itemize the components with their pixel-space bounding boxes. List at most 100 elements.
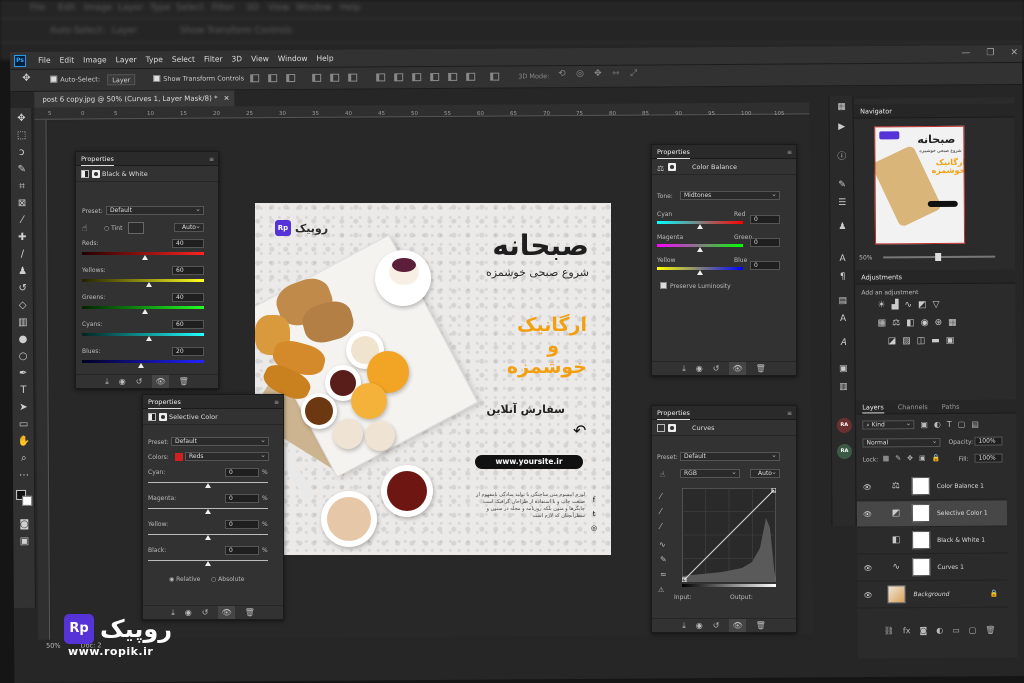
delete-icon[interactable]: 🗑 — [756, 362, 766, 375]
align-left-icon[interactable] — [250, 74, 260, 83]
bw-channel-input[interactable]: 60 — [172, 320, 204, 329]
align-top-icon[interactable] — [312, 73, 322, 82]
more-tools-icon[interactable]: ⋯ — [17, 469, 31, 483]
play-actions-icon[interactable]: ▶ — [835, 120, 849, 134]
auto-select-target-dropdown[interactable]: Layer — [107, 74, 136, 86]
black-point-eyedropper-icon[interactable]: ⁄ — [660, 492, 661, 501]
styles-icon[interactable]: A — [836, 312, 850, 326]
menu-select[interactable]: Select — [172, 55, 195, 64]
frame-tool-icon[interactable]: ⊠ — [15, 197, 29, 211]
clip-to-layer-icon[interactable]: ⤓ — [105, 375, 109, 388]
eraser-tool-icon[interactable]: ◇ — [16, 299, 30, 313]
smooth-icon[interactable]: ≈ — [660, 570, 667, 579]
document-tab[interactable]: post 6 copy.jpg @ 50% (Curves 1, Layer M… — [34, 90, 235, 108]
sc-slider-input[interactable]: 0 — [225, 546, 259, 555]
sc-slider-thumb[interactable] — [205, 483, 211, 488]
glyphs-icon[interactable]: 𝐴 — [836, 336, 850, 350]
filter-shape-icon[interactable]: ▢ — [958, 420, 966, 429]
navigator-zoom-thumb[interactable] — [935, 252, 942, 262]
cb-value-input[interactable]: 0 — [750, 261, 780, 270]
sc-slider-thumb[interactable] — [205, 509, 211, 514]
path-select-tool-icon[interactable]: ➤ — [16, 401, 30, 415]
lock-all-icon[interactable]: 🔒 — [932, 454, 941, 462]
bw-channel-input[interactable]: 60 — [172, 266, 204, 275]
fill-input[interactable]: 100% — [974, 453, 1003, 463]
layer-mask-thumbnail[interactable] — [911, 504, 931, 523]
character-icon[interactable]: A — [836, 252, 850, 266]
panel-tab-label[interactable]: Properties — [81, 153, 114, 166]
menu-view[interactable]: View — [251, 54, 269, 63]
adjustments-tab-label[interactable]: Adjustments — [861, 273, 902, 281]
minimize-button[interactable]: — — [961, 48, 970, 58]
auto-button[interactable]: Auto — [750, 468, 780, 478]
selective-color-icon[interactable]: ▣ — [946, 336, 955, 346]
new-adjustment-icon[interactable]: ◐ — [936, 626, 943, 635]
panel-menu-icon[interactable]: ≡ — [787, 410, 792, 417]
auto-select-checkbox[interactable]: Auto-Select: — [50, 75, 100, 84]
crop-tool-icon[interactable]: ⌗ — [15, 180, 29, 194]
swatches-icon[interactable]: ▤ — [836, 294, 850, 308]
visibility-icon[interactable]: 👁 — [729, 362, 746, 375]
panel-menu-icon[interactable]: ≡ — [274, 399, 279, 406]
menu-3d[interactable]: 3D — [231, 54, 242, 63]
menu-layer[interactable]: Layer — [116, 55, 137, 64]
layer-row[interactable]: 👁 Background 🔒 — [857, 581, 1008, 609]
sc-slider-input[interactable]: 0 — [225, 468, 259, 477]
3d-slide-icon[interactable]: ⇿ — [612, 69, 620, 79]
paths-tab[interactable]: Paths — [942, 400, 960, 413]
3d-roll-icon[interactable]: ◎ — [576, 69, 584, 79]
close-tab-icon[interactable]: ✕ — [224, 94, 230, 102]
visibility-eye-icon[interactable]: 👁 — [863, 591, 872, 599]
filter-kind-dropdown[interactable]: ⌕ Kind — [862, 420, 915, 430]
filter-pixel-icon[interactable]: ▣ — [920, 420, 928, 429]
screen-mode-icon[interactable]: ▣ — [17, 535, 31, 549]
sc-slider-input[interactable]: 0 — [225, 520, 259, 529]
edit-points-icon[interactable]: ∿ — [659, 540, 666, 549]
clip-to-layer-icon[interactable]: ⤓ — [682, 362, 686, 375]
new-layer-icon[interactable]: ▢ — [969, 626, 977, 635]
lock-position-icon[interactable]: ✥ — [907, 454, 913, 462]
document-canvas-image[interactable]: Rp روپیک صبحانه شروع صبحی خوشمزه ارگانیک… — [255, 203, 611, 555]
preset-dropdown[interactable]: Default — [106, 205, 204, 215]
hand-tool-icon[interactable]: ✋ — [17, 435, 31, 449]
align-right-icon[interactable] — [286, 74, 296, 83]
white-point-eyedropper-icon[interactable]: ⁄ — [660, 522, 661, 531]
clip-to-layer-icon[interactable]: ⤓ — [682, 619, 686, 632]
gradient-map-icon[interactable]: ▬ — [931, 336, 940, 346]
align-middle-icon[interactable] — [330, 73, 340, 82]
cb-value-input[interactable]: 0 — [750, 215, 780, 224]
layer-mask-thumbnail[interactable] — [912, 558, 931, 577]
delete-icon[interactable]: 🗑 — [756, 619, 766, 632]
visibility-eye-icon[interactable]: 👁 — [863, 510, 872, 518]
layer-row[interactable]: 👁 ∿ Curves 1 — [857, 554, 1008, 582]
menu-help[interactable]: Help — [316, 54, 333, 63]
threshold-icon[interactable]: ◫ — [917, 336, 926, 346]
view-previous-icon[interactable]: ◉ — [119, 375, 126, 388]
panel-menu-icon[interactable]: ≡ — [209, 156, 214, 163]
panel-menu-icon[interactable]: ≡ — [787, 149, 792, 156]
bw-slider-thumb[interactable] — [142, 255, 149, 260]
zoom-level[interactable]: 50% — [46, 642, 61, 650]
navigator-preview[interactable]: صبحانه شروع صبحی خوشمزه ارگانیک خوشمزه — [874, 125, 966, 245]
layer-comps-icon[interactable]: ▥ — [836, 380, 850, 394]
properties-icon[interactable]: ☰ — [835, 196, 849, 210]
colors-dropdown[interactable]: Reds — [185, 451, 269, 461]
new-group-icon[interactable]: ▭ — [952, 626, 960, 635]
visibility-icon[interactable]: 👁 — [218, 606, 235, 619]
vibrance-icon[interactable]: ▽ — [933, 300, 940, 310]
mask-icon[interactable] — [92, 170, 100, 178]
absolute-radio[interactable]: ○ Absolute — [211, 576, 244, 583]
transform-controls-checkbox[interactable]: Show Transform Controls — [153, 74, 244, 83]
reset-icon[interactable]: ↺ — [136, 375, 143, 388]
blend-mode-dropdown[interactable]: Normal — [862, 437, 941, 448]
layer-mask-thumbnail[interactable] — [911, 477, 930, 496]
visibility-eye-icon[interactable]: 👁 — [863, 483, 872, 491]
draw-curve-icon[interactable]: ✎ — [660, 555, 667, 564]
targeted-adjust-icon[interactable]: ☝ — [660, 470, 665, 479]
channel-mixer-icon[interactable]: ⊛ — [935, 318, 943, 328]
lock-transparent-icon[interactable]: ▦ — [883, 454, 890, 462]
visibility-eye-icon[interactable]: 👁 — [863, 564, 872, 572]
restore-button[interactable]: ❐ — [986, 48, 994, 58]
cb-slider-thumb[interactable] — [697, 247, 703, 252]
move-tool-icon[interactable]: ✥ — [14, 112, 28, 126]
